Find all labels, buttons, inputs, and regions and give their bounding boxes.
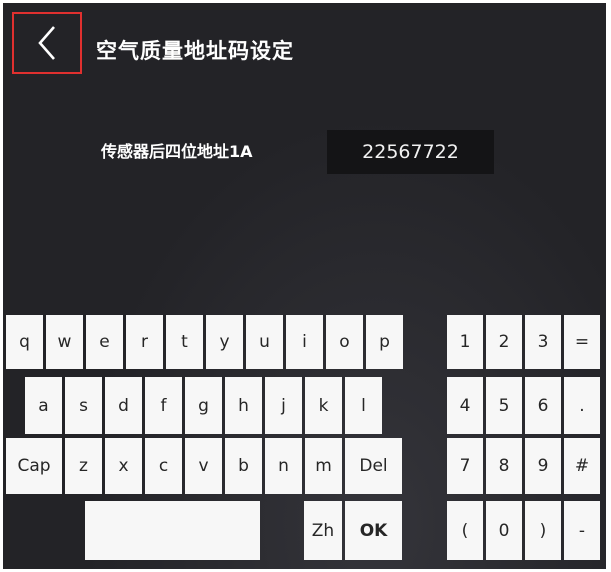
key-equals[interactable]: =	[564, 315, 600, 369]
key-space[interactable]	[85, 501, 260, 560]
address-label: 传感器后四位地址1A	[101, 142, 253, 161]
key-period[interactable]: .	[564, 377, 600, 434]
key-s[interactable]: s	[65, 377, 102, 434]
key-9[interactable]: 9	[525, 438, 561, 494]
key-l[interactable]: l	[345, 377, 382, 434]
key-zh[interactable]: Zh	[304, 501, 342, 560]
key-r[interactable]: r	[126, 315, 163, 369]
key-z[interactable]: z	[65, 438, 102, 494]
key-0[interactable]: 0	[486, 501, 522, 560]
key-i[interactable]: i	[286, 315, 323, 369]
key-x[interactable]: x	[105, 438, 142, 494]
key-4[interactable]: 4	[447, 377, 483, 434]
key-hash[interactable]: #	[564, 438, 600, 494]
key-h[interactable]: h	[225, 377, 262, 434]
key-del[interactable]: Del	[345, 438, 402, 494]
key-v[interactable]: v	[185, 438, 222, 494]
key-paren-right[interactable]: )	[525, 501, 561, 560]
key-6[interactable]: 6	[525, 377, 561, 434]
key-a[interactable]: a	[25, 377, 62, 434]
key-d[interactable]: d	[105, 377, 142, 434]
key-n[interactable]: n	[265, 438, 302, 494]
key-ok[interactable]: OK	[345, 501, 402, 560]
key-b[interactable]: b	[225, 438, 262, 494]
key-c[interactable]: c	[145, 438, 182, 494]
key-minus[interactable]: -	[564, 501, 600, 560]
key-o[interactable]: o	[326, 315, 363, 369]
key-u[interactable]: u	[246, 315, 283, 369]
key-m[interactable]: m	[305, 438, 342, 494]
key-7[interactable]: 7	[447, 438, 483, 494]
key-f[interactable]: f	[145, 377, 182, 434]
key-5[interactable]: 5	[486, 377, 522, 434]
page-title: 空气质量地址码设定	[96, 39, 294, 63]
screen: 空气质量地址码设定 传感器后四位地址1A 22567722 qwertyuiop…	[3, 3, 606, 569]
address-input[interactable]: 22567722	[327, 130, 494, 174]
key-3[interactable]: 3	[525, 315, 561, 369]
back-button[interactable]	[12, 12, 82, 74]
key-t[interactable]: t	[166, 315, 203, 369]
key-1[interactable]: 1	[447, 315, 483, 369]
chevron-left-icon	[38, 26, 55, 60]
key-w[interactable]: w	[46, 315, 83, 369]
key-cap[interactable]: Cap	[6, 438, 62, 494]
key-p[interactable]: p	[366, 315, 403, 369]
key-q[interactable]: q	[6, 315, 43, 369]
key-j[interactable]: j	[265, 377, 302, 434]
key-e[interactable]: e	[86, 315, 123, 369]
key-2[interactable]: 2	[486, 315, 522, 369]
key-y[interactable]: y	[206, 315, 243, 369]
key-8[interactable]: 8	[486, 438, 522, 494]
key-k[interactable]: k	[305, 377, 342, 434]
key-paren-left[interactable]: (	[447, 501, 483, 560]
key-g[interactable]: g	[185, 377, 222, 434]
